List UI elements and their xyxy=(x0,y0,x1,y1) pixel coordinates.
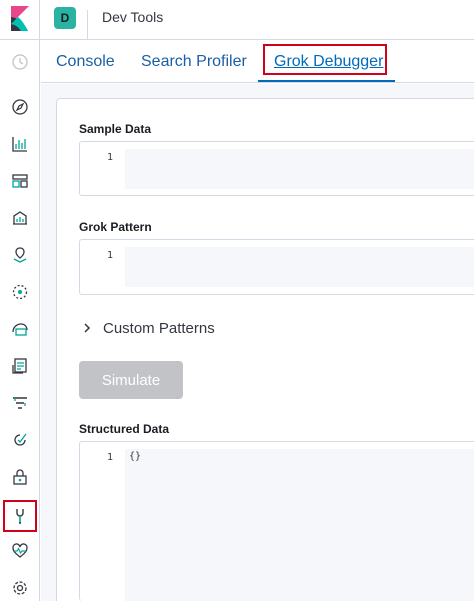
editor-gutter: 1 xyxy=(80,442,125,601)
line-number: 1 xyxy=(106,250,113,261)
structured-data-area[interactable]: {} xyxy=(125,449,474,601)
editor-gutter: 1 xyxy=(80,142,125,195)
line-number: 1 xyxy=(106,452,113,463)
visualize-chart-icon[interactable] xyxy=(8,132,32,156)
header-divider xyxy=(87,10,88,40)
machine-learning-icon[interactable] xyxy=(8,280,32,304)
management-gear-icon[interactable] xyxy=(8,576,32,600)
simulate-button[interactable]: Simulate xyxy=(79,361,183,399)
tab-grok-debugger[interactable]: Grok Debugger xyxy=(274,41,383,83)
apm-icon[interactable] xyxy=(8,391,32,415)
tab-search-profiler[interactable]: Search Profiler xyxy=(141,41,247,83)
dev-tools-tabs: Console Search Profiler Grok Debugger xyxy=(41,41,474,83)
sample-data-editor[interactable]: 1 xyxy=(79,141,474,196)
space-avatar[interactable]: D xyxy=(54,7,76,29)
logs-icon[interactable] xyxy=(8,354,32,378)
sample-data-input[interactable] xyxy=(125,149,474,189)
custom-patterns-label: Custom Patterns xyxy=(103,319,215,337)
kibana-logo[interactable] xyxy=(0,0,40,40)
selected-tab-underline xyxy=(258,80,395,82)
grok-pattern-editor[interactable]: 1 xyxy=(79,239,474,295)
discover-compass-icon[interactable] xyxy=(8,95,32,119)
monitoring-heartbeat-icon[interactable] xyxy=(8,539,32,563)
top-header: D Dev Tools xyxy=(0,0,474,40)
structured-data-output[interactable]: 1 {} xyxy=(79,441,474,601)
line-number: 1 xyxy=(106,152,113,163)
uptime-icon[interactable] xyxy=(8,428,32,452)
recently-viewed-clock-icon[interactable] xyxy=(8,50,32,74)
sample-data-label: Sample Data xyxy=(79,122,152,136)
grok-pattern-input[interactable] xyxy=(125,247,474,287)
structured-data-label: Structured Data xyxy=(79,422,170,436)
maps-pin-icon[interactable] xyxy=(8,243,32,267)
app-title: Dev Tools xyxy=(102,9,164,25)
chevron-right-icon xyxy=(84,323,91,333)
dashboard-icon[interactable] xyxy=(8,169,32,193)
dev-tools-wrench-icon[interactable] xyxy=(3,500,37,532)
custom-patterns-toggle[interactable]: Custom Patterns xyxy=(79,316,215,340)
kibana-logo-icon xyxy=(11,6,29,31)
siem-lock-icon[interactable] xyxy=(8,465,32,489)
editor-gutter: 1 xyxy=(80,240,125,294)
tab-console[interactable]: Console xyxy=(56,41,115,83)
structured-data-value: {} xyxy=(129,451,142,462)
side-nav xyxy=(0,40,40,601)
canvas-icon[interactable] xyxy=(8,206,32,230)
grok-pattern-label: Grok Pattern xyxy=(79,220,152,234)
infrastructure-icon[interactable] xyxy=(8,317,32,341)
